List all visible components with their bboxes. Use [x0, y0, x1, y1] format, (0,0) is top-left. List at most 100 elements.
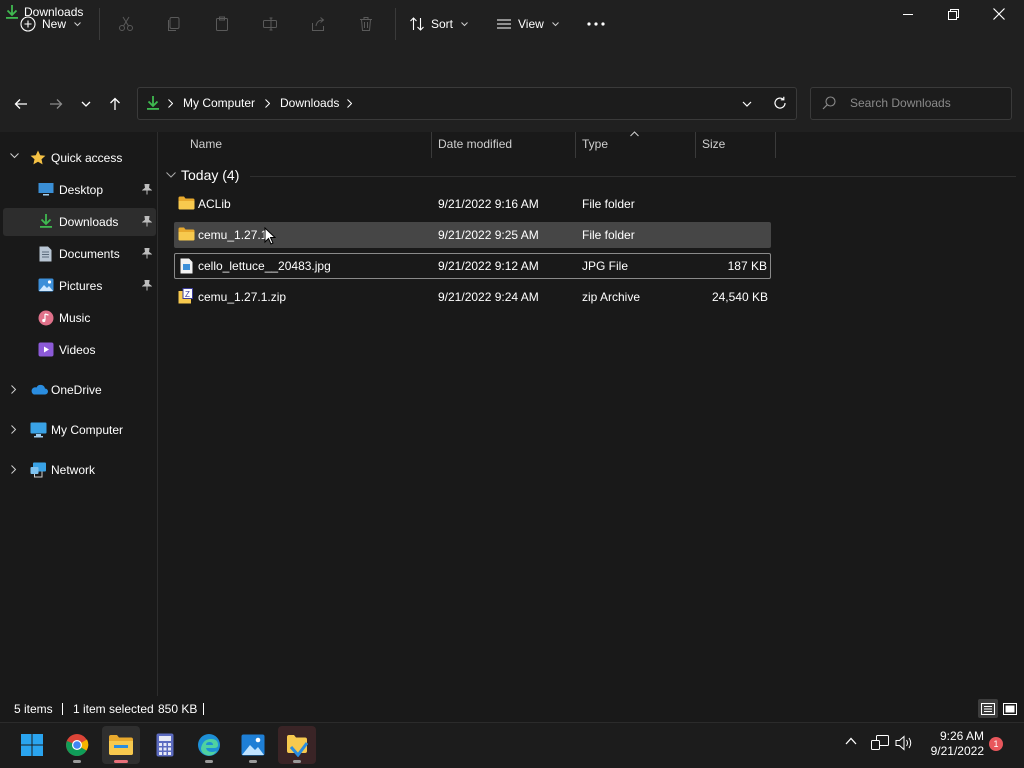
chrome-taskbar-button[interactable]: [58, 726, 96, 764]
search-input[interactable]: Search Downloads: [850, 96, 951, 110]
file-type: File folder: [582, 228, 635, 242]
column-divider[interactable]: [695, 132, 696, 158]
selection-size: 850 KB: [158, 702, 198, 716]
view-label: View: [518, 17, 544, 31]
forward-button[interactable]: [44, 90, 68, 118]
sidebar-item-label: OneDrive: [51, 383, 102, 397]
file-explorer-icon: [109, 735, 133, 755]
pin-icon[interactable]: [142, 184, 152, 195]
network-icon: [30, 462, 47, 478]
calculator-taskbar-button[interactable]: [146, 726, 184, 764]
status-divider: [203, 703, 204, 715]
column-header-name[interactable]: Name: [190, 137, 222, 153]
new-button[interactable]: New: [14, 8, 87, 40]
pin-icon[interactable]: [142, 280, 152, 291]
file-row-cemu-zip[interactable]: Z cemu_1.27.1.zip 9/21/2022 9:24 AM zip …: [174, 284, 771, 310]
trash-icon: [360, 17, 372, 31]
cut-button[interactable]: [110, 8, 142, 40]
onedrive-icon: [30, 384, 48, 395]
back-button[interactable]: [9, 90, 33, 118]
pin-icon[interactable]: [142, 216, 152, 227]
column-header-type[interactable]: Type: [582, 137, 608, 153]
rename-button[interactable]: [254, 8, 286, 40]
column-divider[interactable]: [431, 132, 432, 158]
photos-taskbar-button[interactable]: [234, 726, 272, 764]
notification-badge[interactable]: 1: [989, 737, 1003, 751]
folder-icon: [178, 196, 195, 210]
sidebar-item-label: Music: [59, 311, 91, 325]
breadcrumb-downloads[interactable]: Downloads: [280, 96, 339, 110]
column-header-size[interactable]: Size: [702, 137, 725, 153]
pin-icon[interactable]: [142, 248, 152, 259]
chevron-right-icon[interactable]: [347, 99, 352, 108]
expand-chevron-icon[interactable]: [11, 425, 17, 434]
group-collapse-chevron-icon[interactable]: [166, 172, 176, 178]
videos-icon: [38, 342, 54, 357]
sort-button[interactable]: Sort: [403, 8, 474, 40]
file-row-cello-jpg[interactable]: cello_lettuce__20483.jpg 9/21/2022 9:12 …: [174, 253, 771, 279]
documents-icon: [39, 246, 52, 262]
network-status-button[interactable]: [871, 735, 889, 751]
file-explorer-taskbar-button[interactable]: [102, 726, 140, 764]
show-hidden-icons-button[interactable]: [845, 737, 857, 745]
up-button[interactable]: [103, 90, 127, 118]
arrow-right-icon: [50, 99, 63, 109]
minimize-button[interactable]: [885, 0, 931, 28]
volume-button[interactable]: [895, 735, 913, 751]
tiles-view-icon: [1003, 702, 1017, 715]
start-button[interactable]: [13, 726, 51, 764]
column-header-date-modified[interactable]: Date modified: [438, 137, 512, 153]
paste-button[interactable]: [206, 8, 238, 40]
delete-button[interactable]: [350, 8, 382, 40]
more-options-button[interactable]: [580, 8, 612, 40]
file-date: 9/21/2022 9:25 AM: [438, 228, 539, 242]
more-icon: [587, 22, 605, 26]
expand-chevron-icon[interactable]: [11, 385, 17, 394]
tiles-view-button[interactable]: [1001, 699, 1019, 718]
restore-button[interactable]: [930, 0, 976, 28]
expand-chevron-icon[interactable]: [10, 153, 19, 159]
group-divider: [250, 176, 1016, 177]
folder-app-icon: [287, 735, 309, 757]
file-type: JPG File: [582, 259, 629, 273]
copy-button[interactable]: [158, 8, 190, 40]
recent-locations-button[interactable]: [74, 90, 98, 118]
breadcrumb-my-computer[interactable]: My Computer: [183, 96, 255, 110]
image-file-icon: [180, 258, 193, 274]
details-view-button[interactable]: [978, 699, 998, 718]
column-divider[interactable]: [575, 132, 576, 158]
clock-date: 9/21/2022: [930, 744, 984, 758]
quick-access-label[interactable]: Quick access: [51, 151, 122, 165]
sidebar-item-label: Documents: [59, 247, 120, 261]
download-icon: [146, 95, 160, 111]
close-button[interactable]: [976, 0, 1022, 28]
taskbar-clock[interactable]: 9:26 AM 9/21/2022: [920, 729, 984, 759]
copy-icon: [168, 17, 180, 31]
share-icon: [312, 17, 325, 31]
item-count: 5 items: [14, 702, 53, 716]
chevron-right-icon[interactable]: [168, 99, 173, 108]
file-name: cello_lettuce__20483.jpg: [198, 259, 331, 273]
edge-taskbar-button[interactable]: [190, 726, 228, 764]
share-button[interactable]: [302, 8, 334, 40]
file-type: zip Archive: [582, 290, 641, 304]
group-header-today[interactable]: Today (4): [181, 167, 239, 183]
app-taskbar-button[interactable]: [278, 726, 316, 764]
refresh-button[interactable]: [773, 96, 787, 110]
computer-icon: [30, 422, 47, 438]
expand-chevron-icon[interactable]: [11, 465, 17, 474]
clock-time: 9:26 AM: [939, 729, 984, 743]
file-row-aclib[interactable]: ACLib 9/21/2022 9:16 AM File folder: [174, 191, 771, 217]
mouse-cursor-icon: [264, 227, 276, 245]
toolbar-divider: [395, 8, 396, 40]
chevron-right-icon[interactable]: [265, 99, 270, 108]
address-history-dropdown[interactable]: [742, 101, 752, 107]
photos-icon: [241, 734, 265, 756]
star-icon: [30, 150, 46, 165]
sidebar-item-label: My Computer: [51, 423, 124, 437]
sidebar-item-label: Desktop: [59, 183, 104, 197]
view-button[interactable]: View: [490, 8, 565, 40]
file-name: cemu_1.27.1.zip: [198, 290, 287, 304]
column-divider[interactable]: [775, 132, 776, 158]
file-date: 9/21/2022 9:24 AM: [438, 290, 539, 304]
